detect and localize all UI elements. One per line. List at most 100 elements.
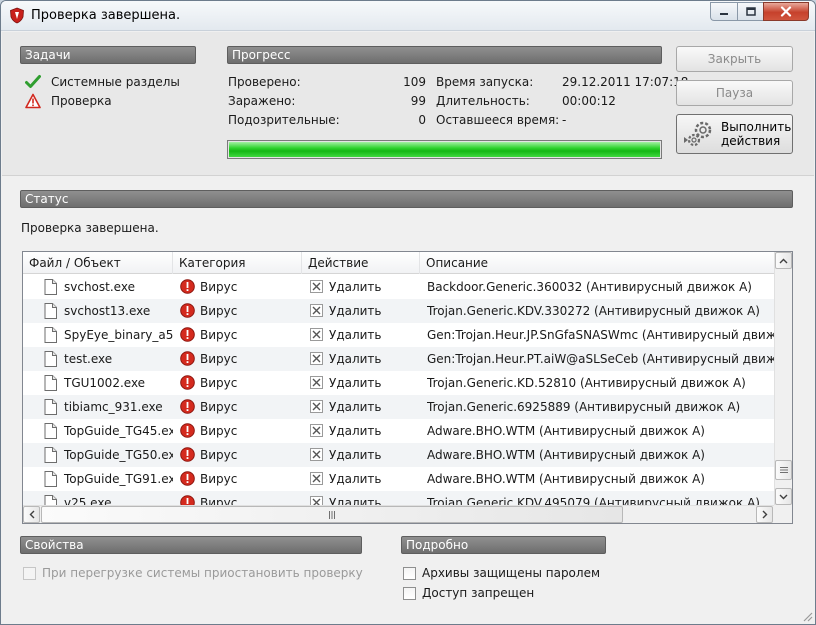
file-cell: TopGuide_TG91.exe	[23, 467, 173, 491]
category-label: Вирус	[200, 448, 238, 462]
table-row[interactable]: TopGuide_TG45.exe Вирус Удалить Adware.BHO.…	[23, 419, 774, 443]
table-row[interactable]: svchost13.exe Вирус Удалить Trojan.Generic.…	[23, 299, 774, 323]
delete-x-icon	[310, 328, 323, 341]
file-name: TopGuide_TG91.exe	[64, 472, 173, 486]
scroll-up-button[interactable]	[775, 252, 792, 269]
file-name: test.exe	[64, 352, 113, 366]
file-cell: svchost.exe	[23, 275, 173, 299]
archives-password-option[interactable]: Архивы защищены паролем	[403, 566, 600, 580]
file-icon	[44, 423, 57, 439]
category-cell: Вирус	[179, 299, 302, 323]
virus-alert-icon	[180, 375, 195, 390]
close-icon	[780, 6, 792, 17]
pause-on-reboot-option[interactable]: При перегрузке системы приостановить про…	[23, 566, 363, 580]
maximize-button[interactable]	[737, 2, 763, 21]
pause-on-reboot-checkbox[interactable]	[23, 566, 36, 580]
start-time-value: 29.12.2011 17:07:18	[562, 75, 689, 89]
virus-alert-icon	[180, 471, 195, 486]
virus-alert-icon	[180, 423, 195, 438]
action-cell[interactable]: Удалить	[309, 395, 420, 419]
pause-on-reboot-label: При перегрузке системы приостановить про…	[42, 566, 363, 580]
action-cell[interactable]: Удалить	[309, 443, 420, 467]
file-cell: SpyEye_binary_a5a...	[23, 323, 173, 347]
action-cell[interactable]: Удалить	[309, 275, 420, 299]
close-button[interactable]: Закрыть	[676, 46, 793, 72]
description-cell: Trojan.Generic.6925889 (Антивирусный дви…	[427, 400, 741, 414]
file-cell: TopGuide_TG50.exe	[23, 443, 173, 467]
minimize-button[interactable]	[710, 2, 737, 21]
delete-x-icon	[310, 400, 323, 413]
virus-alert-icon	[180, 327, 195, 342]
action-cell[interactable]: Удалить	[309, 467, 420, 491]
task-label: Системные разделы	[51, 75, 180, 89]
file-icon	[44, 279, 57, 295]
progress-header: Прогресс	[227, 46, 662, 64]
file-cell: svchost13.exe	[23, 299, 173, 323]
action-cell[interactable]: Удалить	[309, 347, 420, 371]
perform-actions-label: Выполнить действия	[721, 120, 791, 148]
title-bar[interactable]: Проверка завершена.	[1, 1, 815, 31]
vertical-scrollbar[interactable]	[774, 252, 792, 506]
action-cell[interactable]: Удалить	[309, 371, 420, 395]
table-row[interactable]: TGU1002.exe Вирус Удалить Trojan.Generic.KD…	[23, 371, 774, 395]
file-cell: TGU1002.exe	[23, 371, 173, 395]
duration-label: Длительность:	[436, 94, 530, 108]
action-cell[interactable]: Удалить	[309, 299, 420, 323]
category-label: Вирус	[200, 280, 238, 294]
scroll-left-button[interactable]	[23, 506, 40, 523]
category-cell: Вирус	[179, 347, 302, 371]
close-window-button[interactable]	[763, 2, 809, 21]
action-cell[interactable]: Удалить	[309, 419, 420, 443]
action-label: Удалить	[329, 304, 382, 318]
table-row[interactable]: SpyEye_binary_a5a... Вирус Удалить Gen:Troj…	[23, 323, 774, 347]
horizontal-scroll-thumb[interactable]	[41, 506, 623, 523]
category-label: Вирус	[200, 424, 238, 438]
scroll-down-button[interactable]	[775, 488, 792, 505]
category-cell: Вирус	[179, 467, 302, 491]
column-header-action[interactable]: Действие	[302, 252, 420, 274]
action-cell[interactable]: Удалить	[309, 323, 420, 347]
file-icon	[44, 447, 57, 463]
checked-value: 109	[403, 75, 426, 89]
table-row[interactable]: TopGuide_TG91.exe Вирус Удалить Adware.BHO.…	[23, 467, 774, 491]
file-cell: TopGuide_TG45.exe	[23, 419, 173, 443]
category-label: Вирус	[200, 376, 238, 390]
warning-icon	[25, 93, 41, 109]
table-row[interactable]: svchost.exe Вирус Удалить Backdoor.Generic.…	[23, 275, 774, 299]
table-row[interactable]: TopGuide_TG50.exe Вирус Удалить Adware.BHO.…	[23, 443, 774, 467]
archives-password-checkbox[interactable]	[403, 566, 416, 580]
file-name: SpyEye_binary_a5a...	[64, 328, 173, 342]
scroll-right-button[interactable]	[756, 506, 773, 523]
file-name: TopGuide_TG50.exe	[64, 448, 173, 462]
description-cell: Adware.BHO.WTM (Антивирусный движок A)	[427, 472, 705, 486]
action-label: Удалить	[329, 328, 382, 342]
scrollbar-corner	[774, 505, 792, 523]
category-label: Вирус	[200, 328, 238, 342]
delete-x-icon	[310, 424, 323, 437]
table-row[interactable]: tibiamc_931.exe Вирус Удалить Trojan.Generi…	[23, 395, 774, 419]
file-icon	[44, 303, 57, 319]
tasks-header: Задачи	[20, 46, 196, 64]
window-controls	[710, 2, 809, 22]
category-label: Вирус	[200, 304, 238, 318]
scroll-thumb[interactable]	[775, 460, 792, 480]
perform-actions-button[interactable]: Выполнить действия	[676, 114, 793, 154]
access-denied-option[interactable]: Доступ запрещен	[403, 586, 534, 600]
file-icon	[44, 471, 57, 487]
pause-button[interactable]: Пауза	[676, 80, 793, 106]
column-header-category[interactable]: Категория	[173, 252, 302, 274]
file-cell: test.exe	[23, 347, 173, 371]
shield-logo-icon	[10, 7, 24, 24]
table-row[interactable]: test.exe Вирус Удалить Gen:Trojan.Heur.PT.a…	[23, 347, 774, 371]
action-label: Удалить	[329, 400, 382, 414]
delete-x-icon	[310, 472, 323, 485]
task-label: Проверка	[51, 94, 112, 108]
resize-grip-icon[interactable]	[801, 610, 813, 622]
results-table[interactable]: Файл / Объект Категория Действие Описани…	[22, 251, 793, 524]
infected-label: Заражено:	[228, 94, 296, 108]
access-denied-checkbox[interactable]	[403, 586, 416, 600]
horizontal-scrollbar[interactable]	[23, 505, 774, 523]
column-header-description[interactable]: Описание	[420, 252, 774, 274]
column-header-file[interactable]: Файл / Объект	[23, 252, 173, 274]
status-header: Статус	[20, 190, 793, 208]
